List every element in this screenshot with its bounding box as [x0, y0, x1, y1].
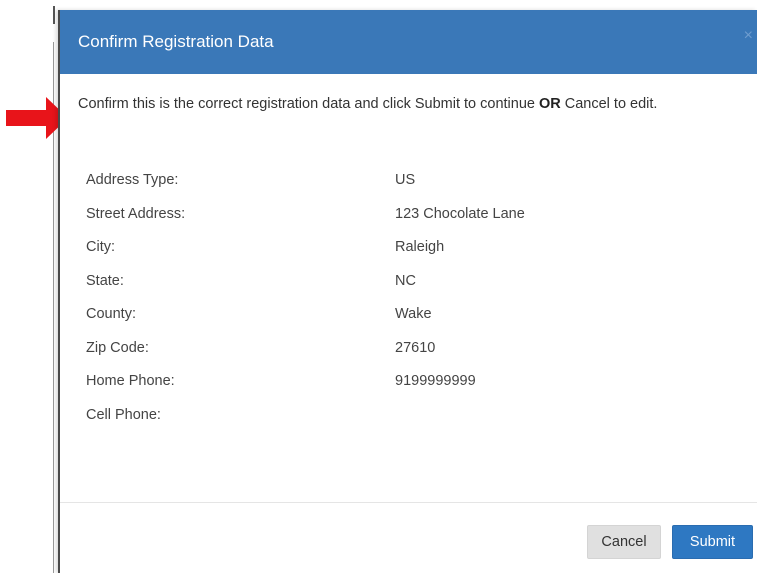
cancel-button[interactable]: Cancel [587, 525, 661, 559]
field-value: 27610 [395, 339, 436, 356]
field-row-city: City: Raleigh [86, 235, 686, 269]
field-row-county: County: Wake [86, 302, 686, 336]
field-row-street-address: Street Address: 123 Chocolate Lane [86, 202, 686, 236]
field-row-zip-code: Zip Code: 27610 [86, 336, 686, 370]
screen: Confirm Registration Data × Confirm this… [0, 0, 757, 573]
modal-header: Confirm Registration Data × [60, 10, 757, 74]
modal-title: Confirm Registration Data [78, 32, 274, 51]
field-value: NC [395, 272, 416, 289]
field-row-address-type: Address Type: US [86, 168, 686, 202]
field-label: State: [86, 272, 124, 289]
field-value: US [395, 172, 416, 188]
field-label: Zip Code: [86, 339, 149, 356]
field-row-state: State: NC [86, 269, 686, 303]
instruction-text-or: OR [538, 96, 561, 112]
field-label: Home Phone: [86, 373, 175, 389]
close-icon[interactable]: × [744, 28, 753, 44]
instruction-text: Confirm this is the correct registration… [78, 94, 748, 115]
field-value: 123 Chocolate Lane [395, 205, 525, 222]
field-label: Street Address: [86, 205, 186, 222]
registration-data-list: Address Type: US Street Address: 123 Cho… [86, 168, 686, 436]
field-value: Raleigh [395, 239, 445, 255]
field-value: Wake [395, 306, 432, 322]
field-label: County: [86, 306, 136, 322]
confirm-registration-modal: Confirm Registration Data × Confirm this… [58, 10, 757, 573]
field-label: Cell Phone: [86, 406, 161, 423]
field-row-home-phone: Home Phone: 9199999999 [86, 369, 686, 403]
modal-footer-divider [60, 502, 757, 503]
submit-button[interactable]: Submit [672, 525, 753, 559]
field-value: 9199999999 [395, 373, 476, 389]
instruction-text-part1: Confirm this is the correct registration… [78, 96, 539, 112]
field-row-cell-phone: Cell Phone: [86, 403, 686, 437]
instruction-text-part2: Cancel to edit. [560, 96, 658, 112]
background-page-edge-mark [53, 6, 55, 24]
field-label: City: [86, 239, 115, 255]
field-label: Address Type: [86, 172, 179, 188]
